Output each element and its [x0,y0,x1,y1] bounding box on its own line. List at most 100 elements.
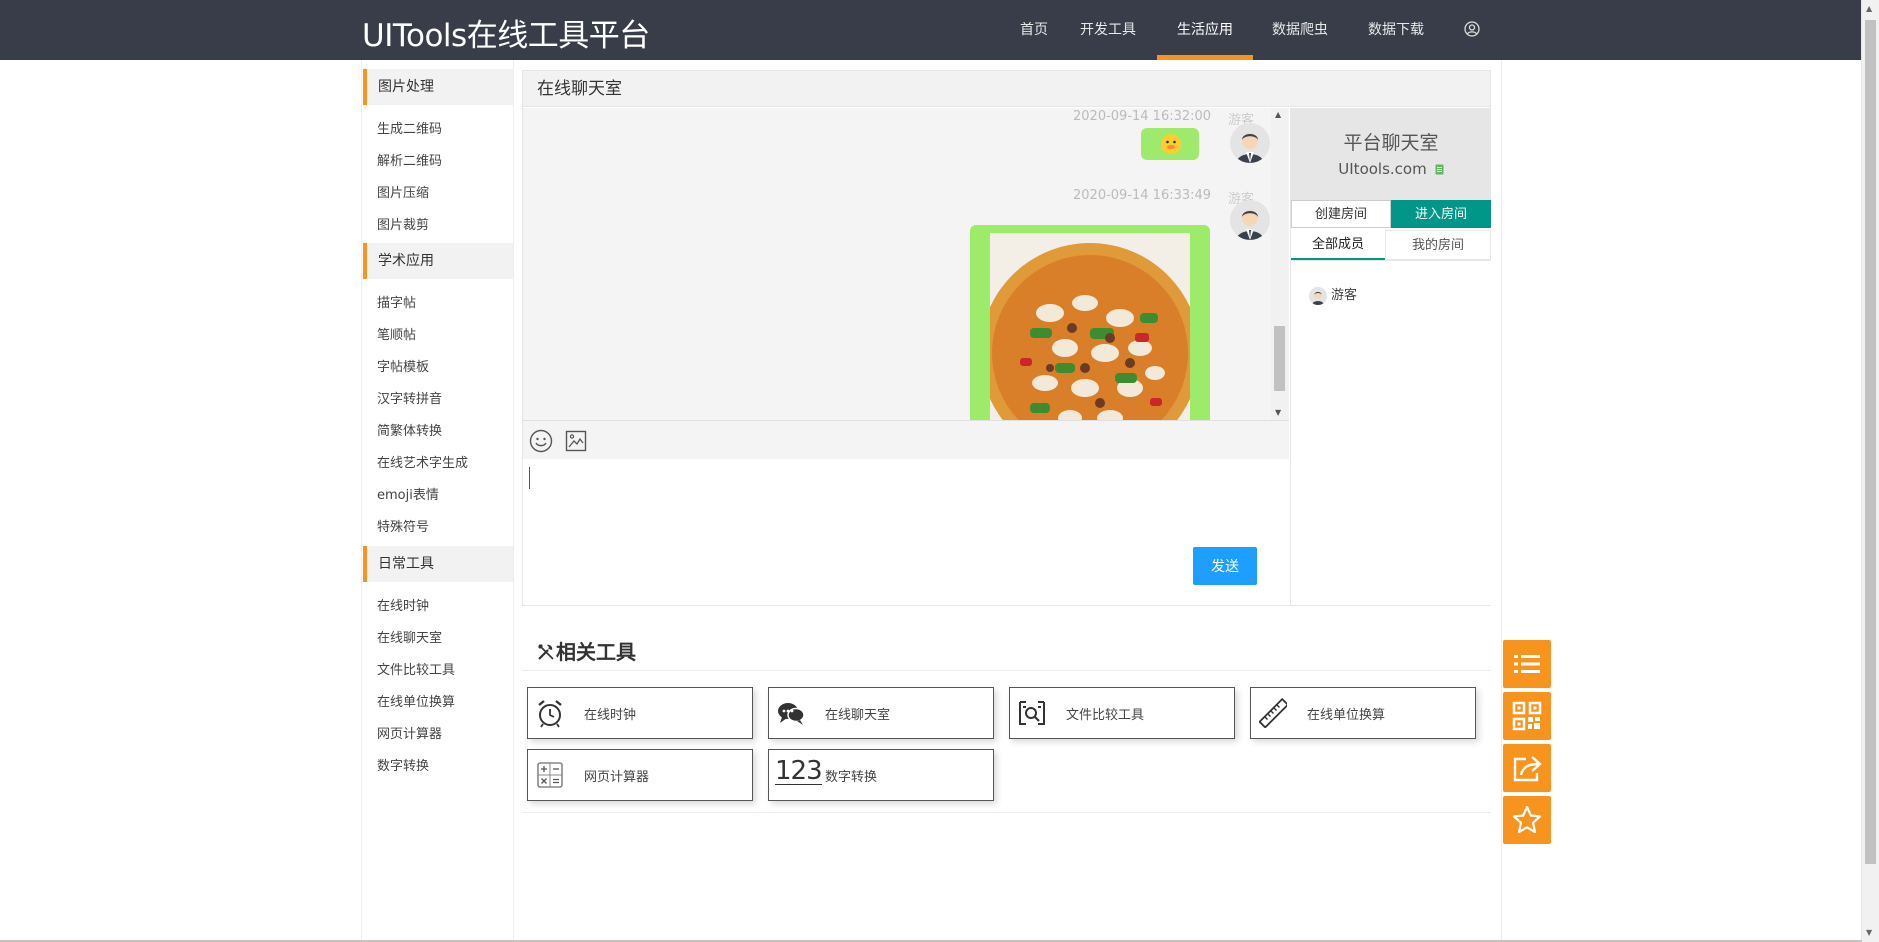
tab-all-members[interactable]: 全部成员 [1291,230,1385,260]
message-bubble-image [970,225,1210,421]
sidebar-item-image-crop[interactable]: 图片裁剪 [377,214,429,233]
sidebar-item-number-convert[interactable]: 数字转换 [377,755,429,774]
chat-bubbles-icon [778,703,805,725]
duck-emoji-icon [1161,134,1181,154]
tab-divider [1291,260,1491,261]
room-site-text: UItools.com [1338,160,1427,178]
sidebar-item-qr-parse[interactable]: 解析二维码 [377,150,442,169]
float-qrcode-button[interactable] [1503,692,1551,740]
tool-card-calculator[interactable]: 网页计算器 [527,749,753,801]
sidebar-item-pinyin[interactable]: 汉字转拼音 [377,388,442,407]
user-account-icon[interactable] [1464,21,1480,37]
create-room-button[interactable]: 创建房间 [1291,200,1391,228]
tool-card-label: 文件比较工具 [1066,708,1145,723]
nav-active-indicator [1157,55,1253,60]
sidebar-item-unit-convert[interactable]: 在线单位换算 [377,691,455,710]
nav-data-crawler[interactable]: 数据爬虫 [1270,0,1330,60]
tool-card-clock[interactable]: 在线时钟 [527,687,753,739]
editor-toolbar [523,421,1289,459]
share-icon [1513,756,1542,782]
sidebar-item-emoji[interactable]: emoji表情 [377,484,439,503]
sidebar-item-clock[interactable]: 在线时钟 [377,595,429,614]
top-navbar: UITools在线工具平台 首页 开发工具 生活应用 数据爬虫 数据下载 [0,0,1862,60]
food-photo[interactable] [990,233,1190,421]
guest-avatar[interactable] [1230,123,1270,163]
tool-card-unit-convert[interactable]: 在线单位换算 [1250,687,1476,739]
scroll-down-arrow-icon[interactable]: ▼ [1275,408,1281,417]
message-time: 2020-09-14 16:32:00 [1073,109,1212,124]
page-scrollbar-thumb[interactable] [1865,20,1876,864]
message-time: 2020-09-14 16:33:49 [1073,188,1212,203]
tool-card-file-compare[interactable]: 文件比较工具 [1009,687,1235,739]
list-icon [1514,655,1540,673]
nav-home[interactable]: 首页 [1012,0,1056,60]
tab-my-rooms[interactable]: 我的房间 [1385,230,1491,260]
nav-dev-tools[interactable]: 开发工具 [1078,0,1138,60]
sidebar-section-academic[interactable]: 学术应用 [363,243,513,279]
member-avatar [1309,286,1327,305]
scroll-down-arrow-icon[interactable]: ▼ [1866,928,1872,937]
tool-card-number-convert[interactable]: 123 数字转换 [768,749,994,801]
tool-card-label: 在线时钟 [584,708,637,723]
room-panel: 平台聊天室 UItools.com 创建房间 进入房间 全部成员 我的房间 游客 [1290,108,1491,605]
related-tools-title-text: 相关工具 [556,640,636,664]
site-brand[interactable]: UITools在线工具平台 [362,10,650,55]
sidebar-item-qr-generate[interactable]: 生成二维码 [377,118,442,137]
room-header: 平台聊天室 UItools.com [1291,108,1491,200]
sidebar-item-copybook-template[interactable]: 字帖模板 [377,356,429,375]
star-icon [1512,805,1542,834]
tool-card-label: 在线单位换算 [1307,708,1386,723]
sidebar-item-special-symbols[interactable]: 特殊符号 [377,516,429,535]
tool-card-label: 网页计算器 [584,770,650,785]
guest-avatar[interactable] [1230,200,1270,240]
member-item[interactable]: 游客 [1309,284,1357,305]
message-list[interactable]: 2020-09-14 16:32:00 游客 2020-09-14 16:33:… [523,108,1289,421]
sidebar-item-chatroom[interactable]: 在线聊天室 [377,627,442,646]
float-list-button[interactable] [1503,640,1551,688]
message-scrollbar[interactable]: ▲ ▼ [1271,108,1288,420]
scroll-up-arrow-icon[interactable]: ▲ [1866,4,1872,13]
number-123-icon: 123 [775,756,823,786]
related-divider [522,670,1491,671]
float-favorite-button[interactable] [1503,796,1551,844]
sidebar-item-stroke-copybook[interactable]: 笔顺帖 [377,324,416,343]
sidebar-item-image-compress[interactable]: 图片压缩 [377,182,429,201]
copy-icon[interactable] [1435,164,1444,175]
nav-data-download[interactable]: 数据下载 [1366,0,1426,60]
chat-title: 在线聊天室 [523,71,1490,107]
text-caret [529,467,530,489]
tool-card-chatroom[interactable]: 在线聊天室 [768,687,994,739]
scroll-up-arrow-icon[interactable]: ▲ [1275,110,1281,119]
sidebar-item-tracing-copybook[interactable]: 描字帖 [377,292,416,311]
qrcode-icon [1512,701,1542,731]
content-right-border [1501,60,1502,942]
nav-life-apps[interactable]: 生活应用 [1157,0,1253,60]
sidebar-item-simp-trad[interactable]: 简繁体转换 [377,420,442,439]
enter-room-button[interactable]: 进入房间 [1391,200,1491,228]
room-site: UItools.com [1291,160,1491,178]
message-bubble-emoji [1141,128,1199,160]
sidebar-item-file-compare[interactable]: 文件比较工具 [377,659,455,678]
sidebar-section-image[interactable]: 图片处理 [363,69,513,105]
float-share-button[interactable] [1503,744,1551,792]
sidebar-item-art-text[interactable]: 在线艺术字生成 [377,452,468,471]
message-input[interactable]: 发送 [523,459,1289,605]
page-scrollbar[interactable]: ▲ ▼ [1861,0,1879,942]
tool-card-label: 数字转换 [825,770,878,785]
image-upload-icon[interactable] [565,430,587,452]
chat-panel: 在线聊天室 2020-09-14 16:32:00 游客 2020-09-14 … [522,70,1491,606]
related-tools-section: 相关工具 在线时钟 在线聊天室 文件比较工具 在线单位换算 网页计算器 123 … [522,628,1491,813]
sidebar-section-daily[interactable]: 日常工具 [363,546,513,582]
tools-icon [538,644,554,660]
ruler-icon [1259,698,1287,728]
tool-card-label: 在线聊天室 [825,708,891,723]
member-name: 游客 [1331,288,1358,303]
file-compare-icon [1019,701,1045,725]
sidebar: 图片处理 生成二维码 解析二维码 图片压缩 图片裁剪 学术应用 描字帖 笔顺帖 … [361,60,514,942]
sidebar-item-calculator[interactable]: 网页计算器 [377,723,442,742]
send-button[interactable]: 发送 [1193,547,1257,585]
room-title: 平台聊天室 [1343,132,1439,154]
message-scrollbar-thumb[interactable] [1274,326,1285,391]
emoji-picker-icon[interactable] [529,429,553,453]
related-tools-title: 相关工具 [536,636,636,665]
